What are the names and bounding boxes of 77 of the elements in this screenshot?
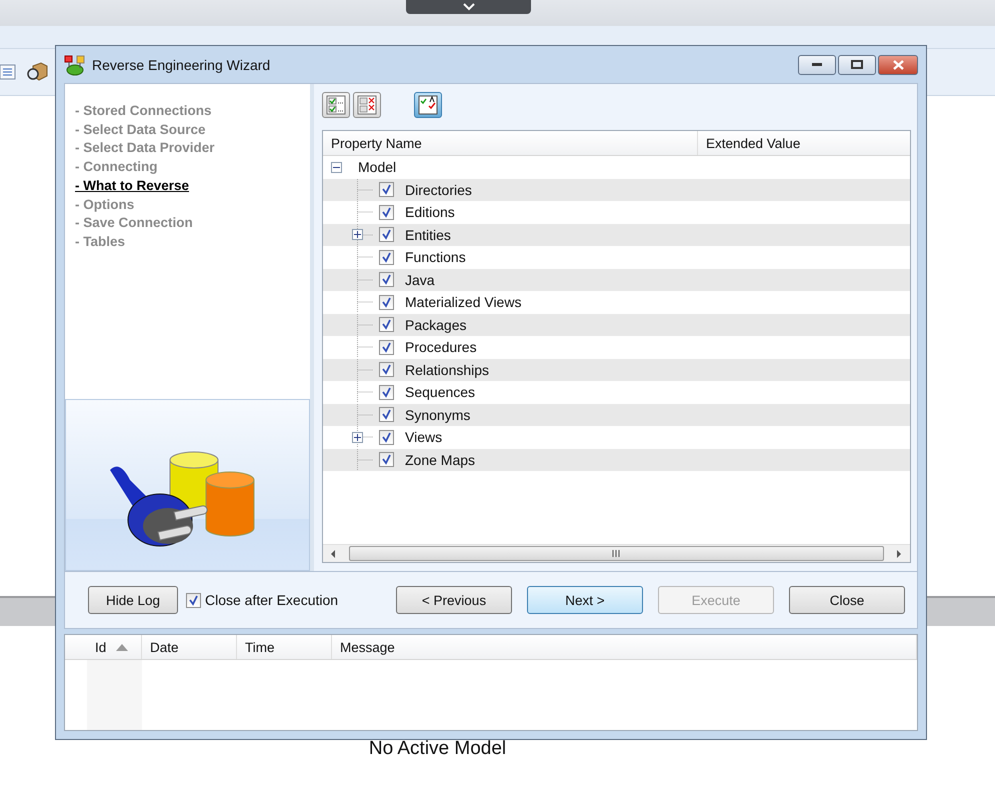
tree-connector-line	[357, 404, 373, 426]
tree-connector-line	[357, 291, 373, 314]
grip-icon	[612, 550, 621, 557]
hide-log-button[interactable]: Hide Log	[88, 586, 178, 614]
tree-connector-line	[357, 381, 373, 404]
tree-item-label[interactable]: Procedures	[405, 339, 477, 356]
tree-connector-line	[357, 268, 373, 291]
tree-item-label[interactable]: Functions	[405, 249, 466, 266]
chevron-down-icon	[462, 3, 474, 11]
app-icon	[64, 54, 86, 76]
checkbox[interactable]	[379, 384, 394, 400]
tree-connector-line	[357, 246, 373, 268]
tree-connector-line	[357, 201, 373, 224]
tree-connector-line	[357, 358, 373, 381]
tree-connector-line	[357, 178, 373, 201]
checkbox[interactable]	[379, 250, 394, 265]
checkbox-label: Close after Execution	[205, 592, 338, 608]
package-icon[interactable]	[26, 62, 48, 82]
checkbox[interactable]	[379, 272, 394, 288]
minimize-icon	[812, 62, 822, 66]
column-header[interactable]: Id	[87, 635, 142, 659]
collapse-icon[interactable]	[331, 162, 342, 173]
checkbox[interactable]	[379, 340, 394, 355]
checkbox[interactable]	[379, 204, 394, 220]
expand-icon[interactable]	[352, 229, 363, 240]
tree-item-label[interactable]: Packages	[405, 316, 466, 333]
checkbox[interactable]	[379, 294, 394, 310]
tree-item-label[interactable]: Relationships	[405, 362, 490, 378]
tree-item-label[interactable]: Directories	[405, 182, 472, 198]
checkbox[interactable]	[379, 317, 394, 332]
column-header[interactable]: Extended Value	[698, 131, 910, 155]
checkbox[interactable]	[379, 362, 394, 378]
status-text: No Active Model	[368, 738, 506, 760]
checkbox[interactable]	[186, 592, 201, 608]
checkbox[interactable]	[379, 407, 394, 422]
tree-connector-line	[357, 314, 373, 336]
checklist-view-icon	[418, 95, 438, 115]
maximize-button[interactable]	[838, 54, 876, 74]
wizard-button[interactable]: Close	[789, 586, 905, 614]
expand-icon[interactable]	[352, 432, 363, 443]
check-list-icon	[326, 95, 346, 115]
checkbox[interactable]	[379, 452, 394, 468]
column-header[interactable]: Message	[332, 635, 917, 659]
tree-item-label[interactable]: Editions	[405, 204, 455, 220]
column-header[interactable]: Date	[142, 635, 237, 659]
minimize-button[interactable]	[798, 54, 836, 74]
scroll-right-icon[interactable]	[894, 548, 904, 558]
column-header[interactable]: Property Name	[323, 131, 698, 155]
window-title: Reverse Engineering Wizard	[92, 56, 270, 72]
checkbox[interactable]	[379, 182, 394, 198]
checkbox[interactable]	[379, 227, 394, 242]
tree-item-label[interactable]: Sequences	[405, 384, 476, 400]
document-icon[interactable]	[0, 63, 16, 81]
toolbar-button[interactable]	[353, 92, 381, 118]
tree-item-label[interactable]: Zone Maps	[405, 452, 476, 468]
tree-item-label[interactable]: Views	[405, 429, 442, 446]
toolbar-button[interactable]	[414, 92, 442, 118]
tree-connector-line	[357, 224, 373, 246]
close-window-button[interactable]	[878, 54, 918, 74]
checkbox[interactable]	[379, 430, 394, 445]
wizard-button[interactable]: < Previous	[396, 586, 512, 614]
tree-item-label[interactable]: Entities	[405, 226, 451, 243]
tree-root-label[interactable]: Model	[358, 159, 396, 176]
tree-item-label[interactable]: Synonyms	[405, 406, 470, 423]
tree-item-label[interactable]: Materialized Views	[405, 294, 522, 310]
tree-connector-line	[357, 336, 373, 358]
tree-item-label[interactable]: Java	[405, 272, 435, 288]
column-header[interactable]: Time	[237, 635, 332, 659]
uncheck-list-icon	[357, 95, 377, 115]
scroll-thumb[interactable]	[349, 546, 884, 561]
wizard-step-link[interactable]: - What to Reverse	[75, 176, 310, 196]
close-icon	[892, 60, 904, 70]
tree-connector-line	[357, 448, 373, 471]
collapse-tab[interactable]	[406, 0, 531, 14]
wizard-button[interactable]: Next >	[527, 586, 643, 614]
toolbar-button[interactable]	[322, 92, 350, 118]
maximize-icon	[851, 60, 863, 69]
